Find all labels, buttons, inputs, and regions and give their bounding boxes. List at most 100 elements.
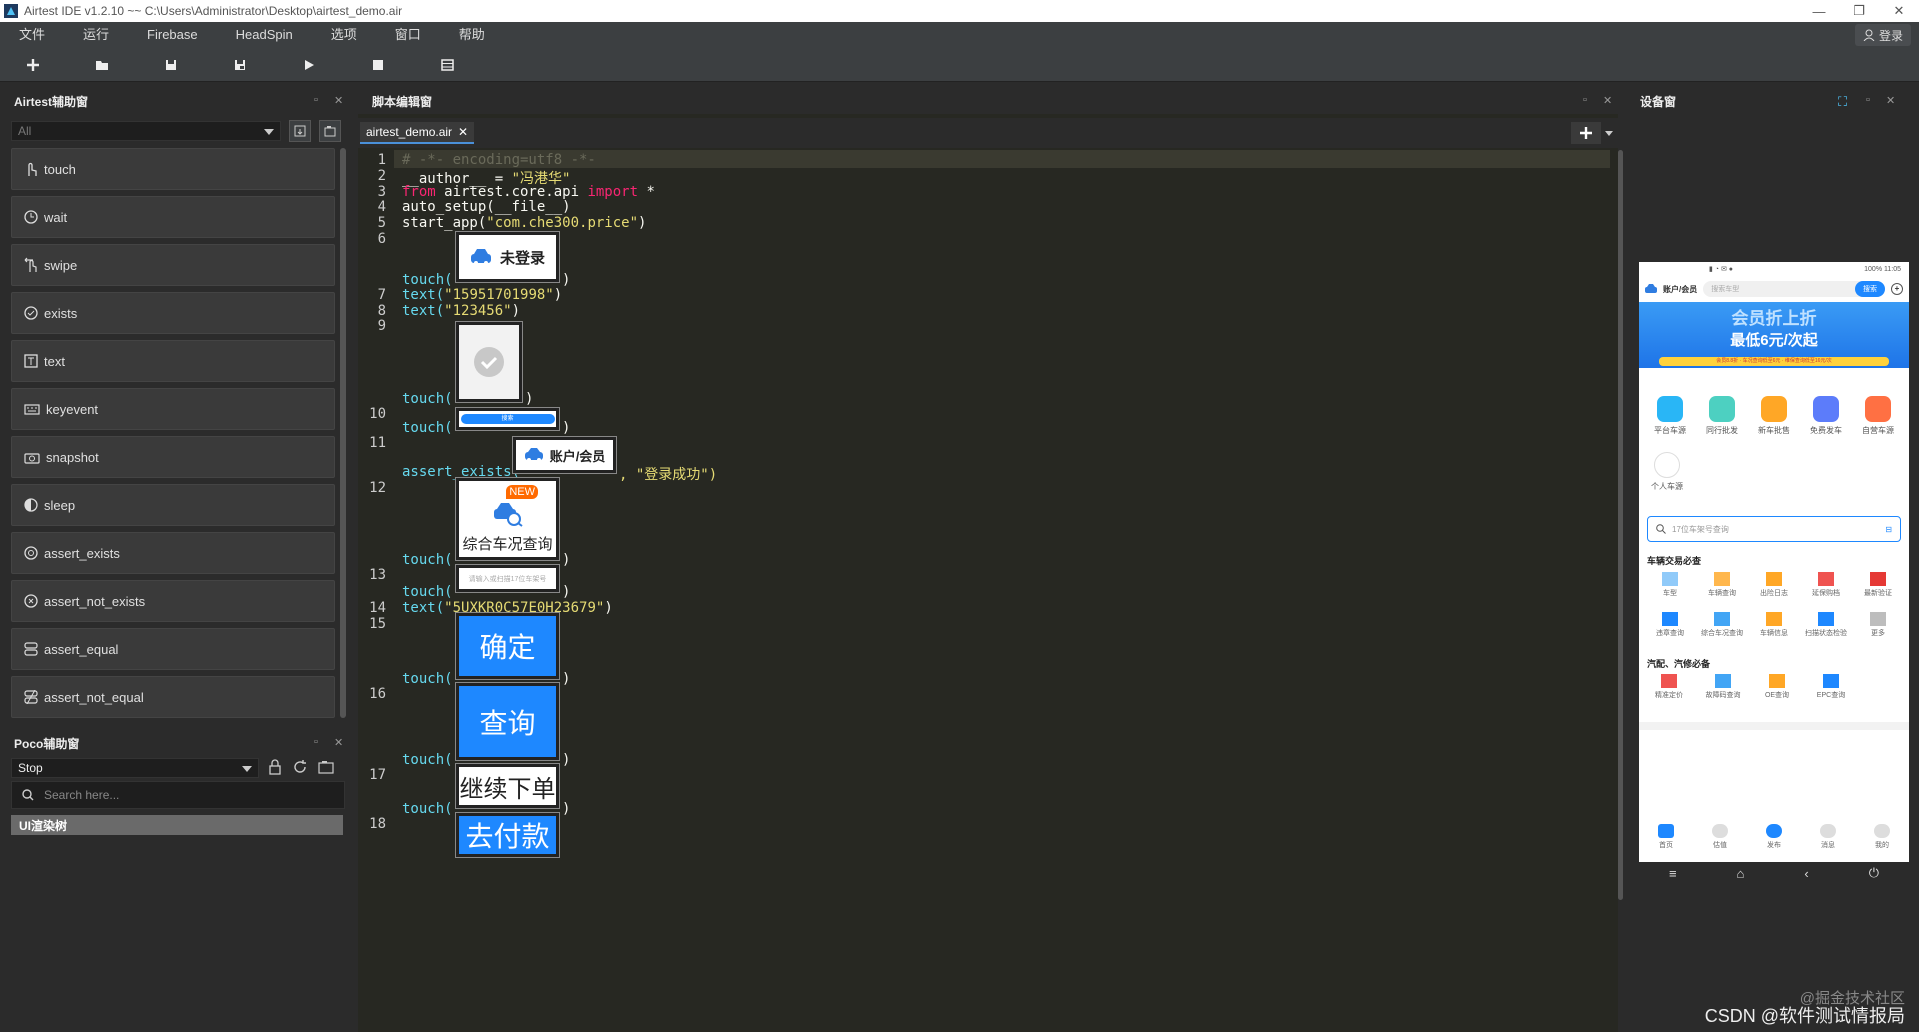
tab-list-arrow-icon[interactable] xyxy=(1605,131,1613,136)
minimize-button[interactable]: — xyxy=(1799,0,1839,22)
api-text[interactable]: text xyxy=(11,340,335,382)
parts-item[interactable]: 精准定价 xyxy=(1644,674,1694,700)
parts-item[interactable]: 故障码查询 xyxy=(1698,674,1748,700)
tab-airtest-demo[interactable]: airtest_demo.air ✕ xyxy=(360,122,475,144)
poco-mode-select[interactable]: Stop xyxy=(11,758,259,778)
trade-item[interactable]: 综合车况查询 xyxy=(1697,612,1747,638)
trade-item[interactable]: 更多 xyxy=(1853,612,1903,638)
trade-item[interactable]: 最新验证 xyxy=(1853,572,1903,598)
close-panel-icon[interactable]: ✕ xyxy=(334,94,343,107)
menu-window[interactable]: 窗口 xyxy=(376,22,440,48)
maximize-button[interactable]: ❐ xyxy=(1839,0,1879,22)
run-icon[interactable] xyxy=(297,54,321,76)
icon-platform-cars[interactable]: 平台车源 xyxy=(1645,396,1695,436)
snapshot-search-button[interactable]: 搜索 xyxy=(455,407,560,431)
trade-item[interactable]: 出险日志 xyxy=(1749,572,1799,598)
home-icon[interactable]: ⌂ xyxy=(1737,866,1745,881)
snapshot-checkbox[interactable] xyxy=(455,321,523,403)
power-icon[interactable]: ⏻ xyxy=(1869,865,1879,881)
snapshot-confirm-button[interactable]: 确定 xyxy=(455,612,560,680)
api-exists[interactable]: exists xyxy=(11,292,335,334)
float-panel-icon[interactable]: ▫ xyxy=(1583,94,1587,106)
tab-messages[interactable]: 消息 xyxy=(1803,824,1853,850)
icon-self-cars[interactable]: 自营车源 xyxy=(1853,396,1903,436)
api-touch[interactable]: touch xyxy=(11,148,335,190)
snapshot-vin-input[interactable]: 请输入或扫描17位车架号 xyxy=(455,564,560,593)
log-icon[interactable] xyxy=(435,54,459,76)
phone-search-button[interactable]: 搜索 xyxy=(1855,281,1885,297)
trade-item[interactable]: 车辆信息 xyxy=(1749,612,1799,638)
api-assert-not-equal[interactable]: assert_not_equal xyxy=(11,676,335,718)
ui-tree-header[interactable]: UI渲染树 xyxy=(11,815,343,835)
new-file-icon[interactable] xyxy=(21,54,45,76)
trade-item[interactable]: 违章查询 xyxy=(1645,612,1695,638)
add-tab-icon[interactable] xyxy=(1571,122,1601,144)
editor-scrollbar[interactable] xyxy=(1618,150,1623,900)
snapshot-vehicle-check[interactable]: NEW 综合车况查询 xyxy=(455,477,560,561)
tab-publish[interactable]: 发布 xyxy=(1749,824,1799,850)
api-keyevent[interactable]: keyevent xyxy=(11,388,335,430)
save-icon[interactable] xyxy=(159,54,183,76)
close-panel-icon[interactable]: ✕ xyxy=(1886,94,1895,107)
scan-icon[interactable]: ⊟ xyxy=(1885,525,1892,534)
api-list-scrollbar[interactable] xyxy=(340,148,346,718)
icon-peer-wholesale[interactable]: 同行批发 xyxy=(1697,396,1747,436)
screenshot-icon[interactable] xyxy=(318,759,334,780)
vin-search-box[interactable]: 17位车架号查询 ⊟ xyxy=(1647,516,1901,542)
menu-headspin[interactable]: HeadSpin xyxy=(217,22,312,48)
menu-options[interactable]: 选项 xyxy=(312,22,376,48)
fit-screen-icon[interactable]: ⛶ xyxy=(1838,94,1847,110)
api-assert-not-exists[interactable]: assert_not_exists xyxy=(11,580,335,622)
trade-item[interactable]: 扫描状态检验 xyxy=(1801,612,1851,638)
snapshot-not-logged-in[interactable]: 未登录 xyxy=(455,231,560,283)
api-filter-select[interactable]: All xyxy=(11,121,281,141)
header-account[interactable]: 账户/会员 xyxy=(1663,284,1697,295)
snapshot-account-member[interactable]: 账户/会员 xyxy=(512,436,617,474)
icon-personal-cars[interactable]: 个人车源 xyxy=(1642,452,1692,492)
snapshot-continue-order[interactable]: 继续下单 xyxy=(455,763,560,809)
api-assert-exists[interactable]: assert_exists xyxy=(11,532,335,574)
menu-help[interactable]: 帮助 xyxy=(440,22,504,48)
float-panel-icon[interactable]: ▫ xyxy=(314,736,318,748)
tab-valuation[interactable]: 估值 xyxy=(1695,824,1745,850)
device-screen[interactable]: ▮ ◔ ✉ ● 100% 11:05 账户/会员 搜索车型 搜索 + 会员折上折… xyxy=(1639,262,1909,862)
close-tab-icon[interactable]: ✕ xyxy=(458,125,468,139)
lock-icon[interactable] xyxy=(268,759,282,780)
login-button[interactable]: 登录 xyxy=(1854,24,1911,46)
icon-new-car[interactable]: 新车批售 xyxy=(1749,396,1799,436)
close-window-button[interactable]: ✕ xyxy=(1879,0,1919,22)
trade-item[interactable]: 车辆查询 xyxy=(1697,572,1747,598)
add-circle-icon[interactable]: + xyxy=(1891,283,1903,295)
screenshot-icon[interactable] xyxy=(319,120,341,142)
close-panel-icon[interactable]: ✕ xyxy=(334,736,343,749)
float-panel-icon[interactable]: ▫ xyxy=(1866,94,1870,106)
refresh-icon[interactable] xyxy=(292,759,308,780)
open-folder-icon[interactable] xyxy=(90,54,114,76)
menu-firebase[interactable]: Firebase xyxy=(128,22,217,48)
parts-item[interactable]: OE查询 xyxy=(1752,674,1802,700)
icon-free-post[interactable]: 免费发车 xyxy=(1801,396,1851,436)
code-area[interactable]: 1 # -*- encoding=utf8 -*- 2 __author__ =… xyxy=(358,150,1610,1028)
api-swipe[interactable]: swipe xyxy=(11,244,335,286)
stop-icon[interactable] xyxy=(366,54,390,76)
record-screen-icon[interactable] xyxy=(289,120,311,142)
promo-banner[interactable]: 会员折上折 最低6元/次起 会员8.8折 · 车况查询低至6元 · 维保查询低至… xyxy=(1639,302,1909,368)
phone-search-box[interactable]: 搜索车型 搜索 xyxy=(1703,281,1885,297)
api-sleep[interactable]: sleep xyxy=(11,484,335,526)
api-wait[interactable]: wait xyxy=(11,196,335,238)
poco-search-box[interactable]: Search here... xyxy=(11,781,345,809)
back-icon[interactable]: ‹ xyxy=(1804,866,1808,881)
menu-icon[interactable]: ≡ xyxy=(1669,866,1677,881)
trade-item[interactable]: 延保购档 xyxy=(1801,572,1851,598)
menu-file[interactable]: 文件 xyxy=(0,22,64,48)
tab-home[interactable]: 首页 xyxy=(1641,824,1691,850)
api-assert-equal[interactable]: assert_equal xyxy=(11,628,335,670)
save-as-icon[interactable] xyxy=(228,54,252,76)
snapshot-query-button[interactable]: 查询 xyxy=(455,682,560,761)
trade-item[interactable]: 车型 xyxy=(1645,572,1695,598)
close-panel-icon[interactable]: ✕ xyxy=(1603,94,1612,107)
float-panel-icon[interactable]: ▫ xyxy=(314,94,318,106)
parts-item[interactable]: EPC查询 xyxy=(1806,674,1856,700)
snapshot-pay-button[interactable]: 去付款 xyxy=(455,812,560,858)
api-snapshot[interactable]: snapshot xyxy=(11,436,335,478)
